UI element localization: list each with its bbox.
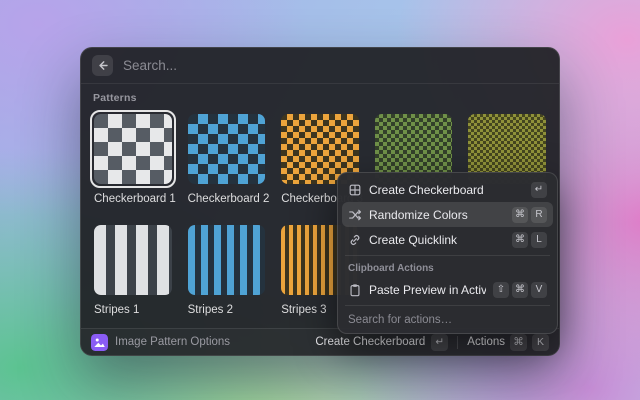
menu-item-randomize-colors[interactable]: Randomize Colors ⌘ R xyxy=(342,202,553,227)
shortcut-keys: ↵ xyxy=(531,182,547,198)
key-return: ↵ xyxy=(531,182,547,198)
key-l: L xyxy=(531,232,547,248)
clipboard-icon xyxy=(348,283,362,297)
grid-item-checkerboard-1[interactable]: Checkerboard 1 xyxy=(90,110,176,221)
footer-app-label: Image Pattern Options xyxy=(115,336,230,348)
key-cmd: ⌘ xyxy=(512,207,528,223)
checkerboard-icon xyxy=(348,183,362,197)
menu-item-label: Randomize Colors xyxy=(369,208,505,222)
menu-divider xyxy=(345,255,550,256)
search-input[interactable]: Search... xyxy=(123,58,548,73)
key-cmd: ⌘ xyxy=(512,232,528,248)
menu-item-create-quicklink[interactable]: Create Quicklink ⌘ L xyxy=(342,227,553,252)
shortcut-keys: ⌘ R xyxy=(512,207,547,223)
section-label-patterns: Patterns xyxy=(93,92,550,104)
back-button[interactable] xyxy=(92,55,113,76)
shuffle-icon xyxy=(348,208,362,222)
pattern-label: Checkerboard 2 xyxy=(188,193,270,205)
pattern-label: Stripes 1 xyxy=(94,304,176,316)
actions-button[interactable]: Actions ⌘ K xyxy=(467,334,549,351)
shortcut-keys: ⌘ L xyxy=(512,232,547,248)
key-v: V xyxy=(531,282,547,298)
pattern-thumbnail xyxy=(94,114,172,184)
actions-search-input[interactable]: Search for actions… xyxy=(342,309,553,329)
grid-item-checkerboard-2[interactable]: Checkerboard 2 xyxy=(184,110,270,221)
selection-border xyxy=(184,110,270,188)
menu-item-create-checkerboard[interactable]: Create Checkerboard ↵ xyxy=(342,177,553,202)
window-header: Search... xyxy=(81,48,559,83)
selection-border xyxy=(90,110,176,188)
primary-action-button[interactable]: Create Checkerboard xyxy=(315,336,425,348)
pattern-thumbnail xyxy=(188,225,266,295)
pattern-label: Checkerboard 1 xyxy=(94,193,176,205)
link-icon xyxy=(348,233,362,247)
launcher-window: Search... Patterns Checkerboard 1 Checke… xyxy=(80,47,560,356)
menu-item-label: Create Checkerboard xyxy=(369,183,524,197)
pattern-thumbnail xyxy=(94,225,172,295)
pattern-label: Stripes 2 xyxy=(188,304,270,316)
menu-section-clipboard-actions: Clipboard Actions xyxy=(342,259,553,277)
pattern-thumbnail xyxy=(188,114,266,184)
footer-actions: Create Checkerboard ↵ Actions ⌘ K xyxy=(315,334,549,351)
arrow-left-icon xyxy=(96,59,109,72)
action-panel: Create Checkerboard ↵ Randomize Colors ⌘… xyxy=(337,172,558,334)
key-cmd: ⌘ xyxy=(512,282,528,298)
menu-item-paste-preview[interactable]: Paste Preview in Active App ⇧ ⌘ V xyxy=(342,277,553,302)
selection-border xyxy=(90,221,176,299)
desktop-background: Search... Patterns Checkerboard 1 Checke… xyxy=(0,0,640,400)
key-shift: ⇧ xyxy=(493,282,509,298)
key-r: R xyxy=(531,207,547,223)
key-k: K xyxy=(532,334,549,351)
key-return: ↵ xyxy=(431,334,448,351)
image-pattern-app-icon xyxy=(91,334,108,351)
menu-item-label: Create Quicklink xyxy=(369,233,505,247)
selection-border xyxy=(184,221,270,299)
menu-item-label: Paste Preview in Active App xyxy=(369,283,486,297)
footer-divider xyxy=(457,336,458,349)
grid-item-stripes-1[interactable]: Stripes 1 xyxy=(90,221,176,332)
actions-button-label: Actions xyxy=(467,336,505,348)
shortcut-keys: ⇧ ⌘ V xyxy=(493,282,547,298)
key-cmd: ⌘ xyxy=(510,334,527,351)
grid-item-stripes-2[interactable]: Stripes 2 xyxy=(184,221,270,332)
menu-divider xyxy=(345,305,550,306)
